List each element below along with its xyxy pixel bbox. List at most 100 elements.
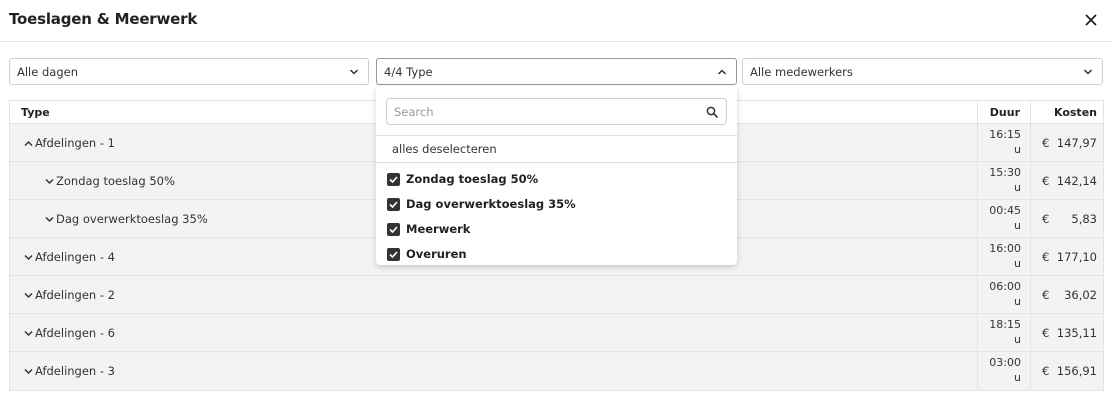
modal-header: Toeslagen & Meerwerk	[0, 0, 1112, 42]
row-name: Zondag toeslag 50%	[56, 174, 175, 188]
row-cost-currency: €	[1042, 326, 1050, 340]
table-row: Afdelingen - 3 03:00 u €156,91	[10, 352, 1103, 390]
row-cost-currency: €	[1042, 250, 1050, 264]
row-duration-time: 03:00	[989, 356, 1021, 369]
row-toggle[interactable]: Afdelingen - 4	[24, 250, 115, 264]
type-filter-label: 4/4 Type	[384, 65, 433, 79]
chevron-down-icon	[24, 368, 33, 374]
row-cost-currency: €	[1042, 288, 1050, 302]
deselect-all-button[interactable]: alles deselecteren	[392, 142, 497, 156]
type-option-label: Overuren	[406, 247, 467, 261]
chevron-down-icon	[24, 254, 33, 260]
row-duration-time: 06:00	[989, 280, 1021, 293]
divider	[376, 162, 737, 163]
modal-title: Toeslagen & Meerwerk	[9, 10, 198, 28]
row-cost: €5,83	[1030, 200, 1105, 237]
row-duration-unit: u	[1014, 333, 1021, 346]
type-option[interactable]: Overuren	[387, 246, 467, 262]
chevron-down-icon	[1083, 69, 1093, 75]
type-option-label: Dag overwerktoeslag 35%	[406, 197, 576, 211]
type-option[interactable]: Dag overwerktoeslag 35%	[387, 196, 576, 212]
type-option-label: Zondag toeslag 50%	[406, 172, 539, 186]
row-toggle[interactable]: Zondag toeslag 50%	[45, 174, 175, 188]
row-cost-currency: €	[1042, 364, 1050, 378]
chevron-down-icon	[45, 216, 54, 222]
type-option[interactable]: Zondag toeslag 50%	[387, 171, 538, 187]
row-name: Afdelingen - 4	[35, 250, 116, 264]
row-duration-unit: u	[1014, 295, 1021, 308]
row-duration-time: 16:00	[989, 242, 1021, 255]
row-duration-unit: u	[1014, 257, 1021, 270]
row-cost-amount: 135,11	[1056, 326, 1097, 340]
row-toggle[interactable]: Afdelingen - 6	[24, 326, 115, 340]
table-row: Afdelingen - 6 18:15 u €135,11	[10, 314, 1103, 352]
days-filter-label: Alle dagen	[17, 65, 78, 79]
row-duration-unit: u	[1014, 371, 1021, 384]
close-icon[interactable]	[1082, 11, 1100, 29]
row-name: Afdelingen - 1	[35, 136, 116, 150]
row-cost-amount: 156,91	[1056, 364, 1097, 378]
row-duration-time: 00:45	[989, 204, 1021, 217]
row-toggle[interactable]: Dag overwerktoeslag 35%	[45, 212, 208, 226]
row-toggle[interactable]: Afdelingen - 3	[24, 364, 115, 378]
search-field[interactable]	[386, 98, 727, 125]
column-header-kosten: Kosten	[1030, 101, 1105, 124]
chevron-up-icon	[24, 140, 33, 146]
row-cost-amount: 36,02	[1064, 288, 1097, 302]
row-duration: 16:15 u	[977, 124, 1030, 161]
row-cost-amount: 5,83	[1071, 212, 1097, 226]
row-duration-time: 18:15	[989, 318, 1021, 331]
row-cost: €135,11	[1030, 314, 1105, 351]
chevron-up-icon	[717, 69, 727, 75]
row-name: Dag overwerktoeslag 35%	[56, 212, 208, 226]
row-cost-currency: €	[1042, 136, 1050, 150]
chevron-down-icon	[45, 178, 54, 184]
chevron-down-icon	[24, 330, 33, 336]
row-duration: 16:00 u	[977, 238, 1030, 275]
checkbox-checked-icon[interactable]	[387, 247, 400, 261]
type-option[interactable]: Meerwerk	[387, 221, 470, 237]
checkbox-checked-icon[interactable]	[387, 172, 400, 186]
checkbox-checked-icon[interactable]	[387, 197, 400, 211]
search-icon	[706, 106, 718, 118]
row-cost-currency: €	[1042, 174, 1050, 188]
row-cost-amount: 147,97	[1056, 136, 1097, 150]
row-cost: €147,97	[1030, 124, 1105, 161]
row-cost: €177,10	[1030, 238, 1105, 275]
row-name: Afdelingen - 3	[35, 364, 116, 378]
row-name: Afdelingen - 2	[35, 288, 116, 302]
row-duration: 03:00 u	[977, 352, 1030, 389]
days-filter-select[interactable]: Alle dagen	[9, 58, 369, 85]
divider	[376, 135, 737, 136]
row-duration: 06:00 u	[977, 276, 1030, 313]
column-header-type: Type	[21, 106, 50, 119]
row-toggle[interactable]: Afdelingen - 2	[24, 288, 115, 302]
row-duration: 15:30 u	[977, 162, 1030, 199]
row-cost-amount: 142,14	[1056, 174, 1097, 188]
type-option-label: Meerwerk	[406, 222, 471, 236]
employees-filter-label: Alle medewerkers	[750, 65, 853, 79]
checkbox-checked-icon[interactable]	[387, 222, 400, 236]
row-cost-currency: €	[1042, 212, 1050, 226]
row-duration-unit: u	[1014, 181, 1021, 194]
row-cost: €156,91	[1030, 352, 1105, 389]
row-duration-time: 15:30	[989, 166, 1021, 179]
row-duration-unit: u	[1014, 143, 1021, 156]
chevron-down-icon	[349, 69, 359, 75]
row-duration-unit: u	[1014, 219, 1021, 232]
row-name: Afdelingen - 6	[35, 326, 116, 340]
row-duration: 00:45 u	[977, 200, 1030, 237]
type-dropdown-menu: alles deselecteren Zondag toeslag 50% Dag…	[376, 86, 737, 265]
column-header-duur: Duur	[977, 101, 1030, 124]
search-input[interactable]	[394, 103, 694, 121]
row-cost-amount: 177,10	[1056, 250, 1097, 264]
row-toggle[interactable]: Afdelingen - 1	[24, 136, 115, 150]
table-row: Afdelingen - 2 06:00 u €36,02	[10, 276, 1103, 314]
row-duration-time: 16:15	[989, 128, 1021, 141]
type-filter-select[interactable]: 4/4 Type	[376, 58, 737, 85]
row-cost: €36,02	[1030, 276, 1105, 313]
row-cost: €142,14	[1030, 162, 1105, 199]
employees-filter-select[interactable]: Alle medewerkers	[742, 58, 1103, 85]
chevron-down-icon	[24, 292, 33, 298]
row-duration: 18:15 u	[977, 314, 1030, 351]
